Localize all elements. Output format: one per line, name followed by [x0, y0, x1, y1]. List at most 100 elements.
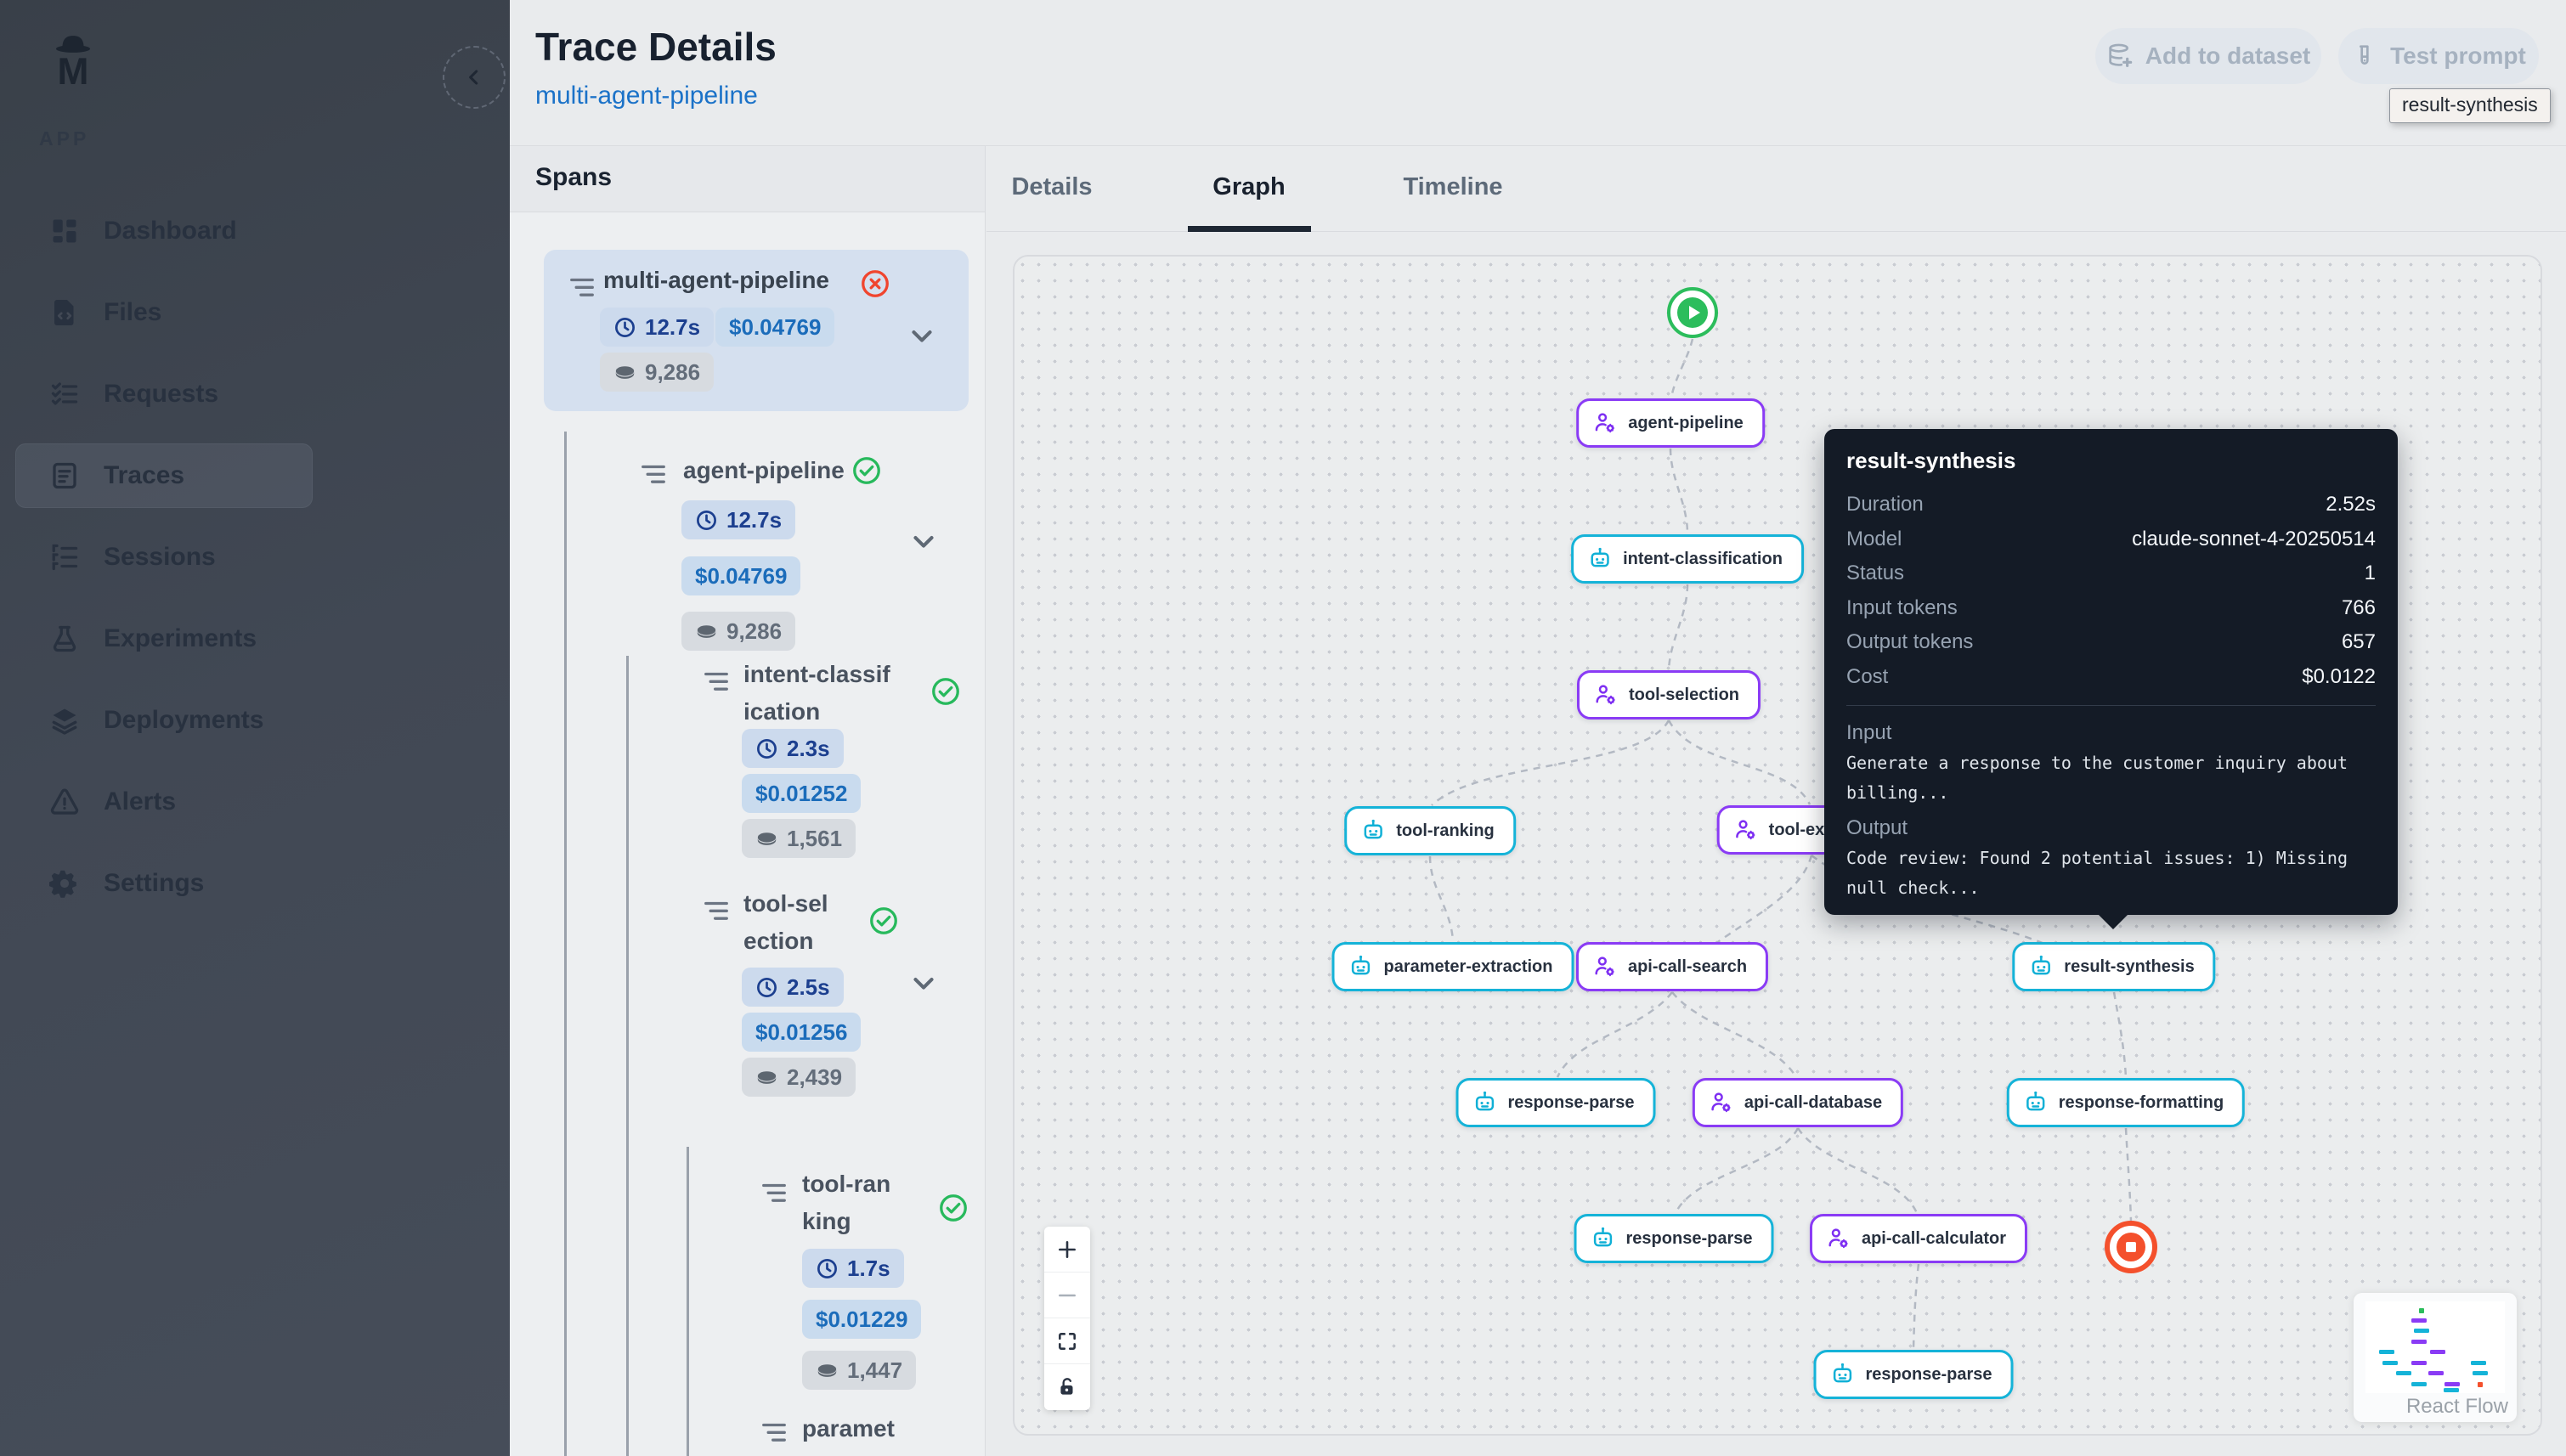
- graph-node-tool-ranking[interactable]: tool-ranking: [1344, 806, 1516, 855]
- hover-tooltip: result-synthesis: [2389, 88, 2551, 123]
- tooltip-output-text: Code review: Found 2 potential issues: 1…: [1846, 844, 2376, 903]
- coin-icon: [755, 827, 778, 850]
- zoom-out-button[interactable]: [1044, 1273, 1090, 1318]
- graph-controls: [1044, 1227, 1090, 1410]
- span-tree-icon: [760, 1420, 788, 1446]
- react-flow-attribution[interactable]: React Flow: [2406, 1395, 2508, 1419]
- duration-badge: 2.5s: [742, 968, 844, 1007]
- robot-icon: [1830, 1362, 1856, 1387]
- graph-node-response-parse[interactable]: response-parse: [1456, 1078, 1656, 1127]
- duration-badge: 12.7s: [681, 500, 795, 539]
- sidebar-item-alerts[interactable]: Alerts: [15, 770, 313, 834]
- graph-node-response-formatting[interactable]: response-formatting: [2007, 1078, 2245, 1127]
- graph-node-result-synthesis[interactable]: result-synthesis: [2012, 942, 2215, 991]
- tabs-bar: Details Graph Timeline: [986, 146, 2566, 232]
- fit-view-icon: [1056, 1330, 1078, 1352]
- app-logo[interactable]: M: [48, 31, 99, 90]
- test-prompt-button[interactable]: Test prompt: [2338, 28, 2539, 84]
- tab-details[interactable]: Details: [1011, 173, 1092, 201]
- duration-badge: 12.7s: [600, 308, 714, 347]
- fit-view-button[interactable]: [1044, 1318, 1090, 1364]
- success-status-icon: [868, 906, 899, 936]
- robot-icon: [1472, 1090, 1498, 1115]
- agent-icon: [1592, 954, 1618, 979]
- stop-icon: [2117, 1233, 2145, 1261]
- spans-panel-title: Spans: [535, 163, 612, 192]
- tooltip-title: result-synthesis: [1846, 448, 2376, 474]
- span-row-parameter-extraction[interactable]: parameter-extraction: [753, 1410, 986, 1456]
- span-name: parameter-extraction: [802, 1410, 899, 1456]
- robot-icon: [2028, 954, 2054, 979]
- span-row-tool-ranking[interactable]: tool-ranking 1.7s $0.01229 1,447: [753, 1165, 986, 1395]
- graph-node-response-parse[interactable]: response-parse: [1814, 1350, 2014, 1399]
- graph-node-tool-selection[interactable]: tool-selection: [1577, 670, 1761, 720]
- test-tube-icon: [2351, 42, 2378, 70]
- sidebar-item-dashboard[interactable]: Dashboard: [15, 199, 313, 263]
- lock-toggle-button[interactable]: [1044, 1364, 1090, 1410]
- span-name: multi-agent-pipeline: [603, 262, 829, 299]
- chevron-down-icon[interactable]: [907, 967, 940, 999]
- sidebar-item-settings[interactable]: Settings: [15, 851, 313, 916]
- sidebar-item-deployments[interactable]: Deployments: [15, 688, 313, 753]
- graph-node-api-call-database[interactable]: api-call-database: [1693, 1078, 1903, 1127]
- tab-timeline[interactable]: Timeline: [1403, 173, 1502, 201]
- agent-icon: [1709, 1090, 1734, 1115]
- trace-name-link[interactable]: multi-agent-pipeline: [535, 82, 758, 110]
- chevron-left-icon: [463, 66, 485, 88]
- sidebar-item-traces[interactable]: Traces: [15, 443, 313, 508]
- span-name: agent-pipeline: [683, 452, 845, 489]
- sidebar-item-requests[interactable]: Requests: [15, 362, 313, 426]
- sidebar: M APP Dashboard Files Requests Traces: [0, 0, 510, 1456]
- success-status-icon: [938, 1193, 969, 1223]
- plus-icon: [1056, 1239, 1078, 1261]
- gear-icon: [49, 868, 80, 899]
- agent-icon: [1733, 817, 1759, 843]
- span-row-agent-pipeline[interactable]: agent-pipeline 12.7s $0.04769 9,286: [629, 452, 986, 664]
- zoom-in-button[interactable]: [1044, 1227, 1090, 1273]
- tokens-badge: 1,561: [742, 819, 856, 858]
- tooltip-output-label: Output: [1846, 813, 2376, 844]
- chevron-down-icon[interactable]: [906, 319, 938, 352]
- add-to-dataset-button[interactable]: Add to dataset: [2095, 28, 2321, 84]
- graph-node-parameter-extraction[interactable]: parameter-extraction: [1332, 942, 1574, 991]
- span-row-intent-classification[interactable]: intent-classification 2.3s $0.01252 1,56…: [690, 656, 986, 866]
- coin-icon: [613, 361, 636, 384]
- span-row-tool-selection[interactable]: tool-selection 2.5s $0.01256 2,439: [690, 885, 986, 1108]
- tab-graph[interactable]: Graph: [1212, 173, 1285, 201]
- dashboard-grid-icon: [49, 216, 80, 246]
- minimap-start-dot: [2419, 1308, 2424, 1313]
- tooltip-row-cost: Cost $0.0122: [1846, 660, 2376, 695]
- robot-icon: [1360, 818, 1386, 844]
- sidebar-collapse-button[interactable]: [443, 46, 506, 109]
- sidebar-item-sessions[interactable]: Sessions: [15, 525, 313, 590]
- span-row-multi-agent-pipeline[interactable]: multi-agent-pipeline 12.7s $0.04769 9,28…: [544, 250, 969, 411]
- agent-icon: [1592, 410, 1618, 436]
- error-status-icon: [860, 268, 890, 299]
- minimap-end-dot: [2478, 1382, 2483, 1387]
- tooltip-row-duration: Duration 2.52s: [1846, 488, 2376, 522]
- sidebar-item-experiments[interactable]: Experiments: [15, 607, 313, 671]
- clock-icon: [755, 976, 778, 999]
- graph-start-node[interactable]: [1667, 287, 1718, 338]
- graph-node-intent-classification[interactable]: intent-classification: [1571, 534, 1804, 584]
- layers-icon: [49, 705, 80, 736]
- tooltip-row-status: Status 1: [1846, 556, 2376, 591]
- spans-panel-header: Spans: [510, 146, 986, 212]
- span-name: tool-ranking: [802, 1165, 892, 1240]
- graph-node-response-parse[interactable]: response-parse: [1574, 1214, 1774, 1263]
- graph-end-node[interactable]: [2105, 1221, 2157, 1273]
- page-title: Trace Details: [535, 24, 777, 70]
- cost-badge: $0.01256: [742, 1013, 861, 1052]
- tree-indent-guide: [564, 432, 567, 1456]
- span-tree-icon: [760, 1181, 788, 1206]
- graph-minimap[interactable]: [2365, 1301, 2505, 1393]
- dataset-database-icon: [2106, 42, 2134, 70]
- graph-node-agent-pipeline[interactable]: agent-pipeline: [1576, 398, 1765, 448]
- sidebar-item-files[interactable]: Files: [15, 280, 313, 345]
- graph-node-api-call-search[interactable]: api-call-search: [1576, 942, 1768, 991]
- span-name: tool-selection: [743, 885, 834, 960]
- tokens-badge: 9,286: [681, 612, 795, 651]
- chevron-down-icon[interactable]: [907, 525, 940, 557]
- tooltip-divider: [1846, 705, 2376, 706]
- graph-node-api-call-calculator[interactable]: api-call-calculator: [1810, 1214, 2027, 1263]
